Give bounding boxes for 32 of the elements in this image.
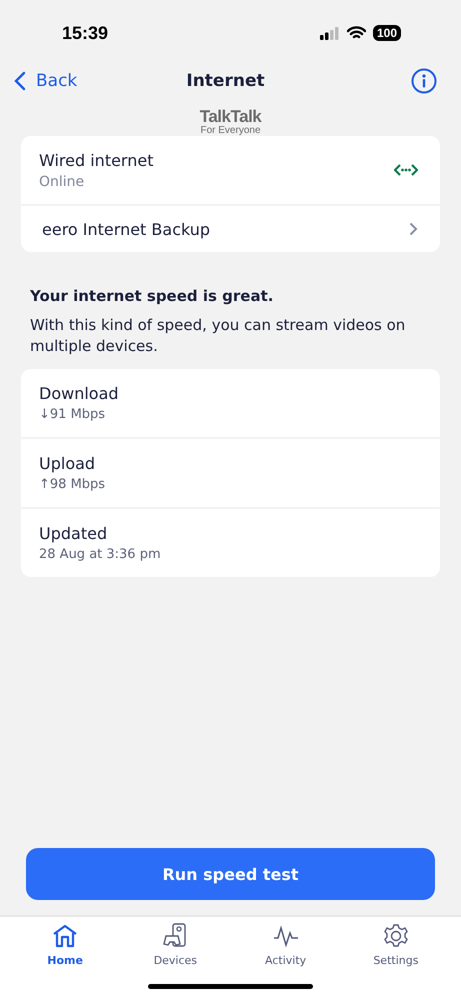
- tab[interactable]: Devices: [135, 923, 216, 975]
- speed-description: With this kind of speed, you can stream videos on multiple devices.: [30, 315, 406, 357]
- stat-label: Updated: [39, 524, 108, 543]
- ethernet-icon: [394, 164, 418, 176]
- gear-icon: [382, 923, 409, 949]
- battery-level: 100: [372, 25, 401, 41]
- row-title: Wired internet: [39, 150, 154, 170]
- stat-value: ↓91 Mbps: [39, 407, 106, 422]
- status-time: 15:39: [62, 22, 108, 44]
- tab[interactable]: Activity: [246, 923, 326, 975]
- tab[interactable]: Home: [25, 923, 106, 975]
- gamepad-icon: [162, 923, 188, 949]
- stat-value: 28 Aug at 3:36 pm: [39, 547, 161, 562]
- chevron-left-icon: [14, 71, 26, 91]
- row-status: Online: [39, 174, 86, 190]
- wifi-icon: [346, 26, 366, 40]
- page-title: Internet: [186, 71, 265, 91]
- pulse-icon: [272, 923, 299, 949]
- info-icon[interactable]: [411, 68, 437, 94]
- signal-icon: [320, 26, 340, 40]
- tab[interactable]: Settings: [356, 923, 436, 975]
- back-button[interactable]: Back: [14, 71, 78, 91]
- run-speed-test-button[interactable]: Run speed test: [26, 848, 435, 900]
- brand-logo: TalkTalk: [200, 108, 262, 125]
- house-icon: [52, 923, 78, 949]
- stat-label: Upload: [39, 454, 96, 473]
- brand-tagline: For Everyone: [200, 126, 261, 136]
- chevron-right-icon[interactable]: [409, 222, 418, 236]
- row-title: eero Internet Backup: [41, 220, 210, 238]
- stat-value: ↑98 Mbps: [39, 477, 106, 492]
- speed-heading: Your internet speed is great.: [30, 287, 274, 305]
- stat-label: Download: [39, 384, 119, 403]
